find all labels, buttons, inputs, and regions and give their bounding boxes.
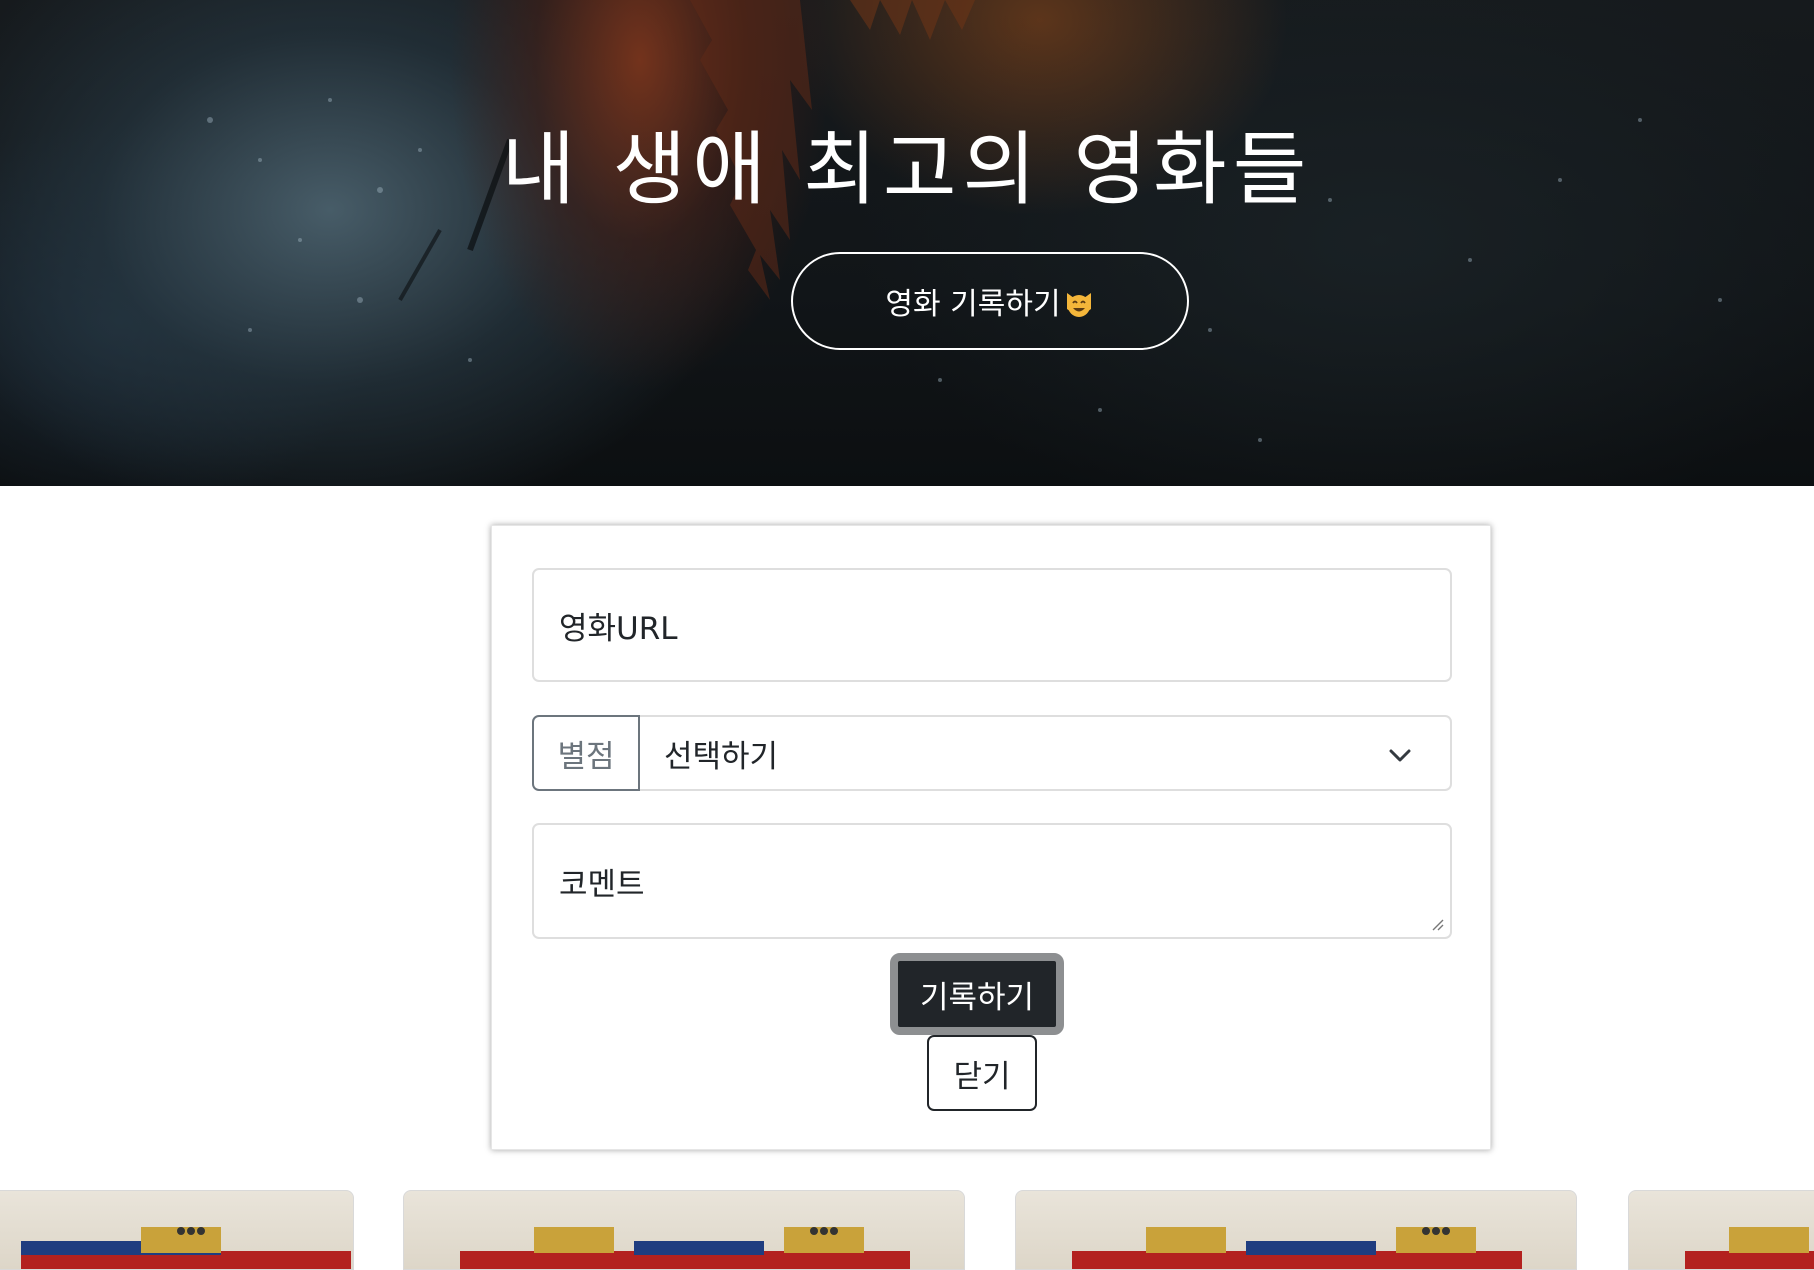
movie-poster-image [21,1227,351,1269]
hero-banner: 내 생애 최고의 영화들 영화 기록하기 [0,0,1814,486]
movie-card[interactable] [1015,1190,1577,1270]
page-title: 내 생애 최고의 영화들 [501,123,1313,216]
movie-url-input[interactable]: 영화URL [532,568,1452,682]
chevron-down-icon [1389,749,1411,762]
rating-selected-value: 선택하기 [664,738,779,775]
rating-label: 별점 [532,715,640,791]
rating-input-group: 별점 선택하기 [532,715,1452,791]
submit-record-button[interactable]: 기록하기 [890,953,1064,1035]
movie-url-placeholder: 영화URL [559,610,678,647]
hero-background-art [207,0,1722,442]
record-movie-button[interactable]: 영화 기록하기 [791,252,1189,350]
movie-poster-image [460,1227,910,1269]
rating-select[interactable]: 선택하기 [640,715,1452,791]
record-movie-button-label: 영화 기록하기 [885,287,1061,322]
movie-poster-image [1072,1227,1522,1269]
smiling-cat-icon [1066,293,1091,317]
movie-card[interactable] [0,1190,354,1270]
comment-placeholder: 코멘트 [559,866,645,903]
resize-handle-icon[interactable] [1430,917,1444,931]
movie-poster-image [1685,1227,1814,1269]
movie-form-card: 영화URL 별점 선택하기 코멘트 기록하기 닫기 [491,525,1491,1150]
close-form-button[interactable]: 닫기 [927,1035,1037,1111]
movie-card[interactable] [403,1190,965,1270]
comment-textarea[interactable]: 코멘트 [532,823,1452,939]
movie-card[interactable] [1628,1190,1814,1270]
